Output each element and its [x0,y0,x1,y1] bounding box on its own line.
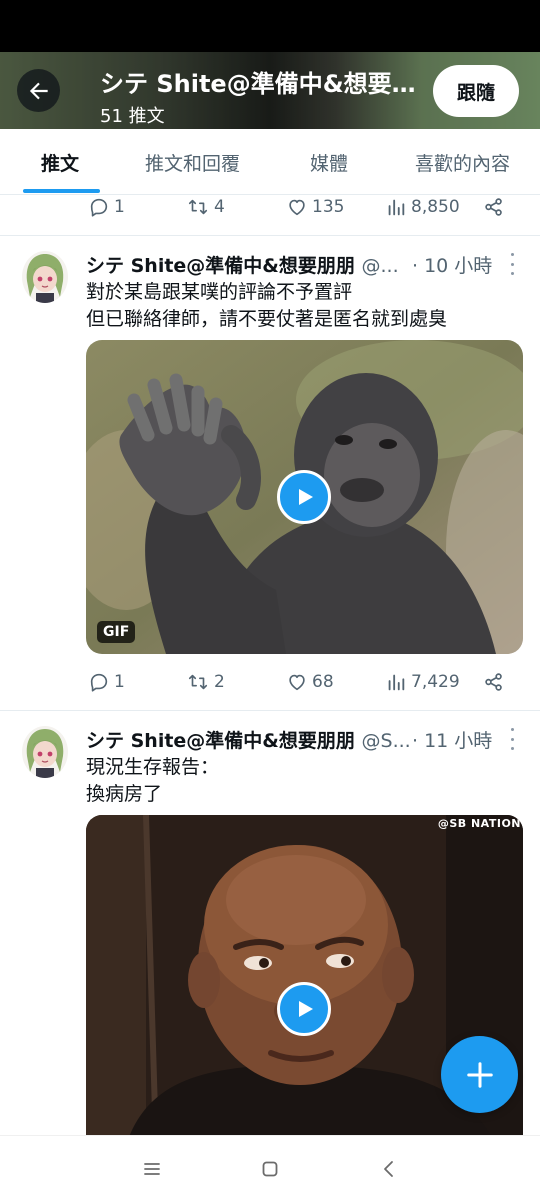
tweet-media-gif[interactable]: GIF [86,340,523,654]
retweet-count: 2 [214,672,225,692]
retweet-button[interactable]: 2 [186,664,225,700]
author-name: シテ Shite@準備中&想要朋朋 [86,730,355,752]
like-count: 135 [312,197,345,217]
share-icon [485,673,502,691]
tweet-author[interactable]: シテ Shite@準備中&想要朋朋 @S... [86,726,411,753]
active-tab-indicator [23,189,100,193]
retweet-button[interactable]: 4 [186,195,225,225]
tab-media[interactable]: 媒體 [310,129,348,195]
reply-count: 1 [114,197,125,217]
play-button[interactable] [277,982,331,1036]
like-count: 68 [312,672,334,692]
share-icon [485,198,502,216]
reply-icon [90,198,108,217]
more-icon[interactable] [505,253,519,275]
reply-button[interactable]: 1 [88,195,125,225]
nav-menu-icon [144,1162,160,1175]
play-button[interactable] [277,470,331,524]
tweet-text-line: 換病房了 [86,783,163,805]
view-count: 7,429 [411,672,460,692]
follow-button[interactable]: 跟隨 [433,65,519,117]
share-button[interactable] [483,664,505,700]
like-button[interactable]: 68 [286,664,334,700]
compose-plus-icon [466,1061,493,1088]
author-name: シテ Shite@準備中&想要朋朋 [86,255,355,277]
media-watermark: @SB NATION [437,817,521,830]
tweet-author[interactable]: シテ Shite@準備中&想要朋朋 @... [86,251,399,278]
views-icon [388,199,405,216]
tweet-feed[interactable]: 1 4 135 8,850 シテ Shite@準備中&想要朋朋 @... · 1… [0,195,540,1135]
tweet-text-line: 但已聯絡律師，請不要仗著是匿名就到處臭 [86,308,448,330]
prev-tweet-actions: 1 4 135 8,850 [0,195,540,225]
author-handle: @... [361,255,399,277]
profile-title: シテ Shite@準備中&想要朋朋 [100,70,420,98]
share-button[interactable] [483,195,505,225]
views-button[interactable]: 7,429 [385,664,460,700]
system-nav-bar [0,1135,540,1200]
nav-home-icon [262,1161,278,1176]
retweet-count: 4 [214,197,225,217]
like-icon [289,674,305,691]
post-count: 51 推文 [100,106,165,127]
tweet-time[interactable]: · 10 小時 [412,251,492,278]
nav-back-icon [384,1160,393,1177]
status-bar [0,0,540,52]
back-button[interactable] [17,69,60,112]
reply-icon [90,673,108,692]
avatar[interactable] [22,726,68,778]
nav-back-button[interactable] [359,1136,419,1200]
tab-likes[interactable]: 喜歡的內容 [415,129,510,195]
like-icon [289,199,305,216]
author-handle: @S... [361,730,411,752]
reply-count: 1 [114,672,125,692]
tweet[interactable]: シテ Shite@準備中&想要朋朋 @... · 10 小時 對於某島跟某噗的評… [0,236,540,710]
compose-button[interactable] [441,1036,518,1113]
play-icon [299,1001,313,1017]
back-arrow-icon [29,82,48,99]
tweet-time[interactable]: · 11 小時 [412,726,492,753]
play-icon [299,489,313,505]
gif-badge: GIF [97,621,136,643]
like-button[interactable]: 135 [286,195,344,225]
tab-posts-and-replies[interactable]: 推文和回覆 [145,129,240,195]
nav-home-button[interactable] [240,1136,300,1200]
more-icon[interactable] [505,728,519,750]
retweet-icon [188,674,208,690]
tweet-text-line: 對於某島跟某噗的評論不予置評 [86,281,353,303]
tweet-text-line: 現況生存報告： [86,756,220,778]
retweet-icon [188,199,208,215]
reply-button[interactable]: 1 [88,664,125,700]
view-count: 8,850 [411,197,460,217]
views-icon [388,674,405,691]
nav-recents-button[interactable] [122,1136,182,1200]
profile-tabs: 推文 推文和回覆 媒體 喜歡的內容 [0,129,540,195]
views-button[interactable]: 8,850 [385,195,460,225]
avatar[interactable] [22,251,68,303]
tab-posts[interactable]: 推文 [41,129,79,195]
tweet-actions: 1 2 68 7,429 [0,664,540,700]
